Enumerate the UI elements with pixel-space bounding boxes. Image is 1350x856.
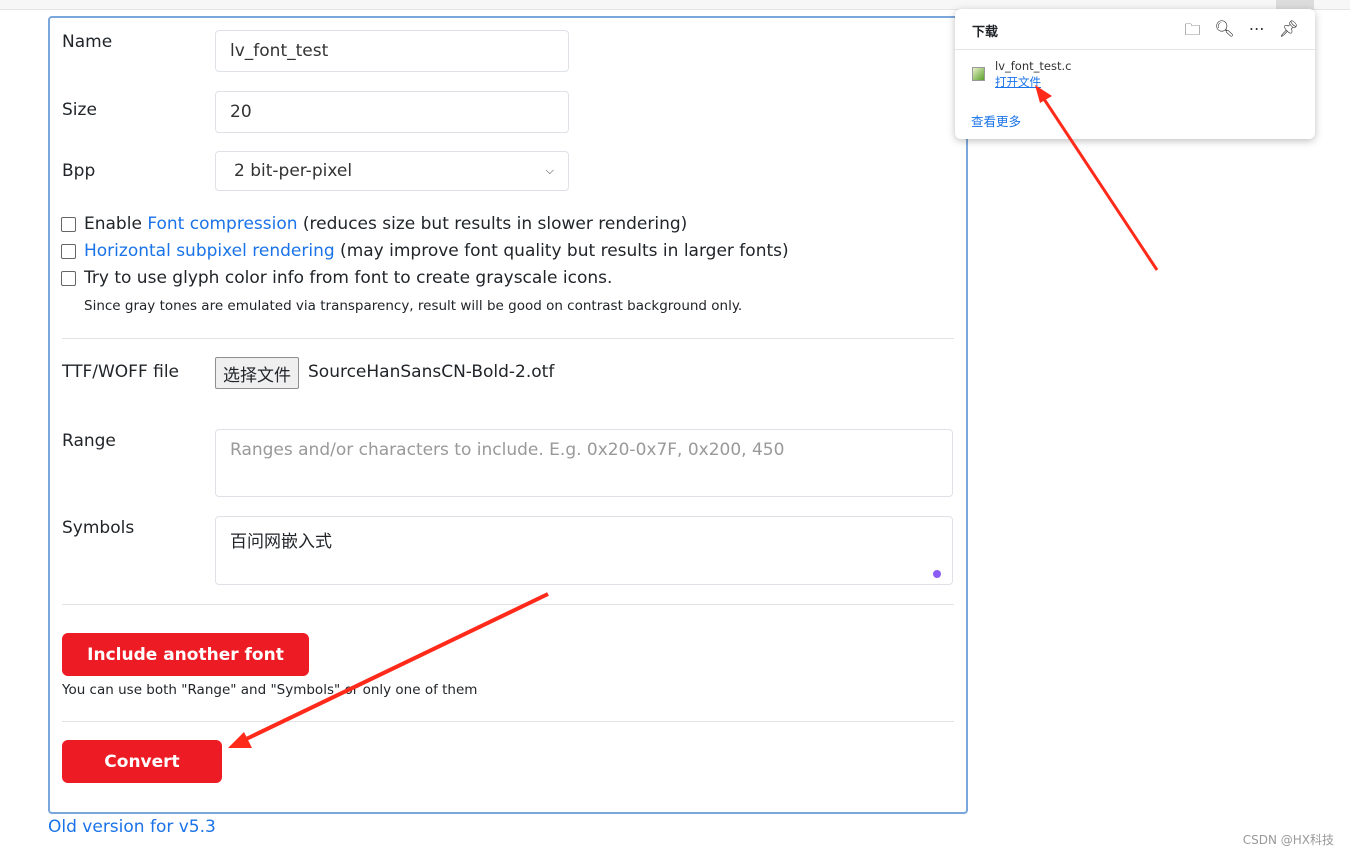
arrowhead	[1035, 85, 1052, 103]
annotation-arrow	[239, 592, 549, 744]
annotation-arrow	[1040, 95, 1159, 271]
annotation-arrows	[228, 85, 1159, 748]
watermark: CSDN @HX科技	[1242, 833, 1334, 847]
